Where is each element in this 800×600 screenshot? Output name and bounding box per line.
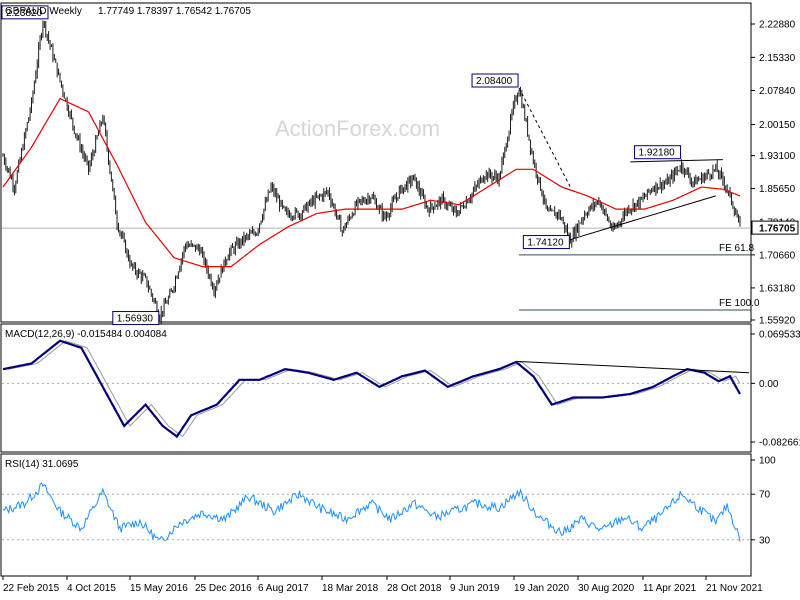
rsi-panel: 100 70 30 RSI(14) 31.0695 [2, 456, 776, 546]
macd-axis-ticks: 0.069533 0.00 -0.082661 [2, 330, 800, 449]
price-tick-label: 1.55920 [759, 316, 796, 327]
rsi-tick-label: 70 [759, 490, 771, 501]
price-tick-label: 2.22880 [759, 20, 796, 31]
x-tick-label: 22 Feb 2015 [3, 583, 60, 594]
price-tick-label: 1.70660 [759, 250, 796, 261]
x-tick-label: 9 Jun 2019 [450, 583, 500, 594]
macd-tick-label: -0.082661 [759, 438, 800, 449]
macd-panel: 0.069533 0.00 -0.082661 MACD(12,26,9) -0.0… [2, 329, 800, 449]
x-tick-label: 15 May 2016 [130, 583, 188, 594]
x-tick-label: 4 Oct 2015 [67, 583, 116, 594]
price-tick-label: 2.07840 [759, 86, 796, 97]
ohlc-bars [2, 20, 741, 324]
rsi-title: RSI(14) 31.0695 [5, 459, 79, 470]
x-tick-label: 11 Apr 2021 [643, 583, 697, 594]
rsi-tick-label: 100 [759, 456, 776, 467]
macd-tick-label: 0.00 [759, 379, 779, 390]
rising-trendline [570, 195, 716, 241]
x-tick-label: 30 Aug 2020 [578, 583, 635, 594]
level-label: 2.08400 [476, 76, 513, 87]
x-tick-label: 21 Nov 2021 [706, 583, 763, 594]
chart-header-symbol: GBPAUD,Weekly [5, 6, 82, 17]
trend-lines: FE 61.8 FE 100.0 [518, 87, 760, 311]
watermark: ActionForex.com [275, 116, 440, 141]
macd-panel-frame [0, 323, 752, 453]
macd-title: MACD(12,26,9) -0.015484 0.004084 [5, 329, 167, 340]
fib-extension-label: FE 61.8 [719, 243, 754, 254]
x-tick-label: 25 Dec 2016 [195, 583, 252, 594]
macd-main-path [2, 339, 741, 439]
level-label: 1.56930 [117, 314, 154, 325]
chart-canvas: ActionForex.com 2.22880 2.15330 2.07840 2.0… [0, 2, 800, 594]
macd-lines [2, 339, 750, 439]
level-label: 1.74120 [527, 238, 564, 249]
macd-divergence-line [516, 360, 750, 374]
macd-tick-label: 0.069533 [759, 330, 800, 341]
rsi-axis-ticks: 100 70 30 [2, 456, 776, 546]
x-tick-label: 18 Mar 2018 [322, 583, 379, 594]
price-tick-label: 1.93100 [759, 151, 796, 162]
x-tick-label: 28 Oct 2018 [387, 583, 442, 594]
chart-header-ohlc: 1.77749 1.78397 1.76542 1.76705 [98, 6, 251, 17]
fib-extension-label: FE 100.0 [719, 298, 760, 309]
price-tick-label: 1.63180 [759, 283, 796, 294]
macd-signal-path [3, 340, 741, 438]
rsi-line [2, 482, 741, 542]
price-tick-label: 1.85650 [759, 184, 796, 195]
rsi-tick-label: 30 [759, 535, 771, 546]
price-tick-label: 2.15330 [759, 53, 796, 64]
current-price-label: 1.76705 [759, 224, 796, 235]
price-panel-frame [0, 2, 752, 323]
dashed-projection-line [518, 87, 571, 188]
rsi-path [2, 482, 741, 542]
level-labels: 2.238202.084001.569301.741201.92180 [1, 5, 682, 326]
x-axis-date-labels: 22 Feb 2015 4 Oct 2015 15 May 2016 25 Dec 2… [2, 576, 763, 594]
price-panel: 2.22880 2.15330 2.07840 2.00150 1.93100 1.856… [1, 5, 799, 327]
x-tick-label: 6 Aug 2017 [258, 583, 309, 594]
x-tick-label: 19 Jan 2020 [514, 583, 569, 594]
price-tick-label: 2.00150 [759, 120, 796, 131]
resistance-line [630, 159, 723, 163]
level-label: 1.92180 [639, 148, 676, 159]
